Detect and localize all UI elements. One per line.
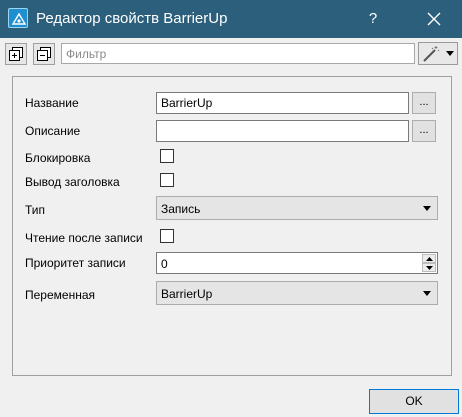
close-icon xyxy=(427,12,441,26)
chevron-down-icon xyxy=(423,206,431,211)
show-header-checkbox[interactable] xyxy=(160,173,174,187)
app-icon xyxy=(8,8,28,28)
variable-label: Переменная xyxy=(25,288,95,302)
description-browse-button[interactable]: ... xyxy=(412,120,436,142)
lock-checkbox[interactable] xyxy=(160,149,174,163)
expand-all-button[interactable] xyxy=(5,43,27,65)
name-field[interactable] xyxy=(156,92,409,114)
toolbar xyxy=(0,38,462,70)
window-title: Редактор свойств BarrierUp xyxy=(36,10,228,27)
type-label: Тип xyxy=(25,203,46,217)
filter-input[interactable] xyxy=(61,43,415,64)
arrow-up-icon xyxy=(426,257,433,261)
close-button[interactable] xyxy=(414,0,454,38)
variable-select[interactable]: BarrierUp xyxy=(156,281,438,305)
collapse-all-icon xyxy=(37,47,51,61)
description-field[interactable] xyxy=(156,120,409,142)
write-priority-label: Приоритет записи xyxy=(25,256,126,270)
magic-wand-icon xyxy=(423,46,440,62)
help-button[interactable]: ? xyxy=(358,0,388,38)
read-after-write-checkbox[interactable] xyxy=(160,229,174,243)
show-header-label: Вывод заголовка xyxy=(25,175,120,189)
expand-all-icon xyxy=(9,47,23,61)
read-after-write-label: Чтение после записи xyxy=(25,231,143,245)
type-select-value: Запись xyxy=(161,202,201,216)
ok-button[interactable]: OK xyxy=(369,389,459,414)
collapse-all-button[interactable] xyxy=(33,43,55,65)
chevron-down-icon xyxy=(423,291,431,296)
lock-label: Блокировка xyxy=(25,151,91,165)
spin-up-button[interactable] xyxy=(422,254,436,263)
variable-select-value: BarrierUp xyxy=(161,287,213,301)
description-label: Описание xyxy=(25,124,81,138)
chevron-down-icon xyxy=(446,51,454,56)
magic-wand-dropdown-button[interactable] xyxy=(418,42,458,65)
write-priority-value: 0 xyxy=(161,257,168,271)
properties-panel: Название ... Описание ... Блокировка Выв… xyxy=(12,76,452,376)
title-bar: Редактор свойств BarrierUp ? xyxy=(0,0,462,38)
type-select[interactable]: Запись xyxy=(156,196,438,220)
name-label: Название xyxy=(25,96,79,110)
write-priority-spinbox[interactable]: 0 xyxy=(156,252,438,274)
arrow-down-icon xyxy=(426,266,433,270)
spin-down-button[interactable] xyxy=(422,263,436,272)
name-browse-button[interactable]: ... xyxy=(412,92,436,114)
